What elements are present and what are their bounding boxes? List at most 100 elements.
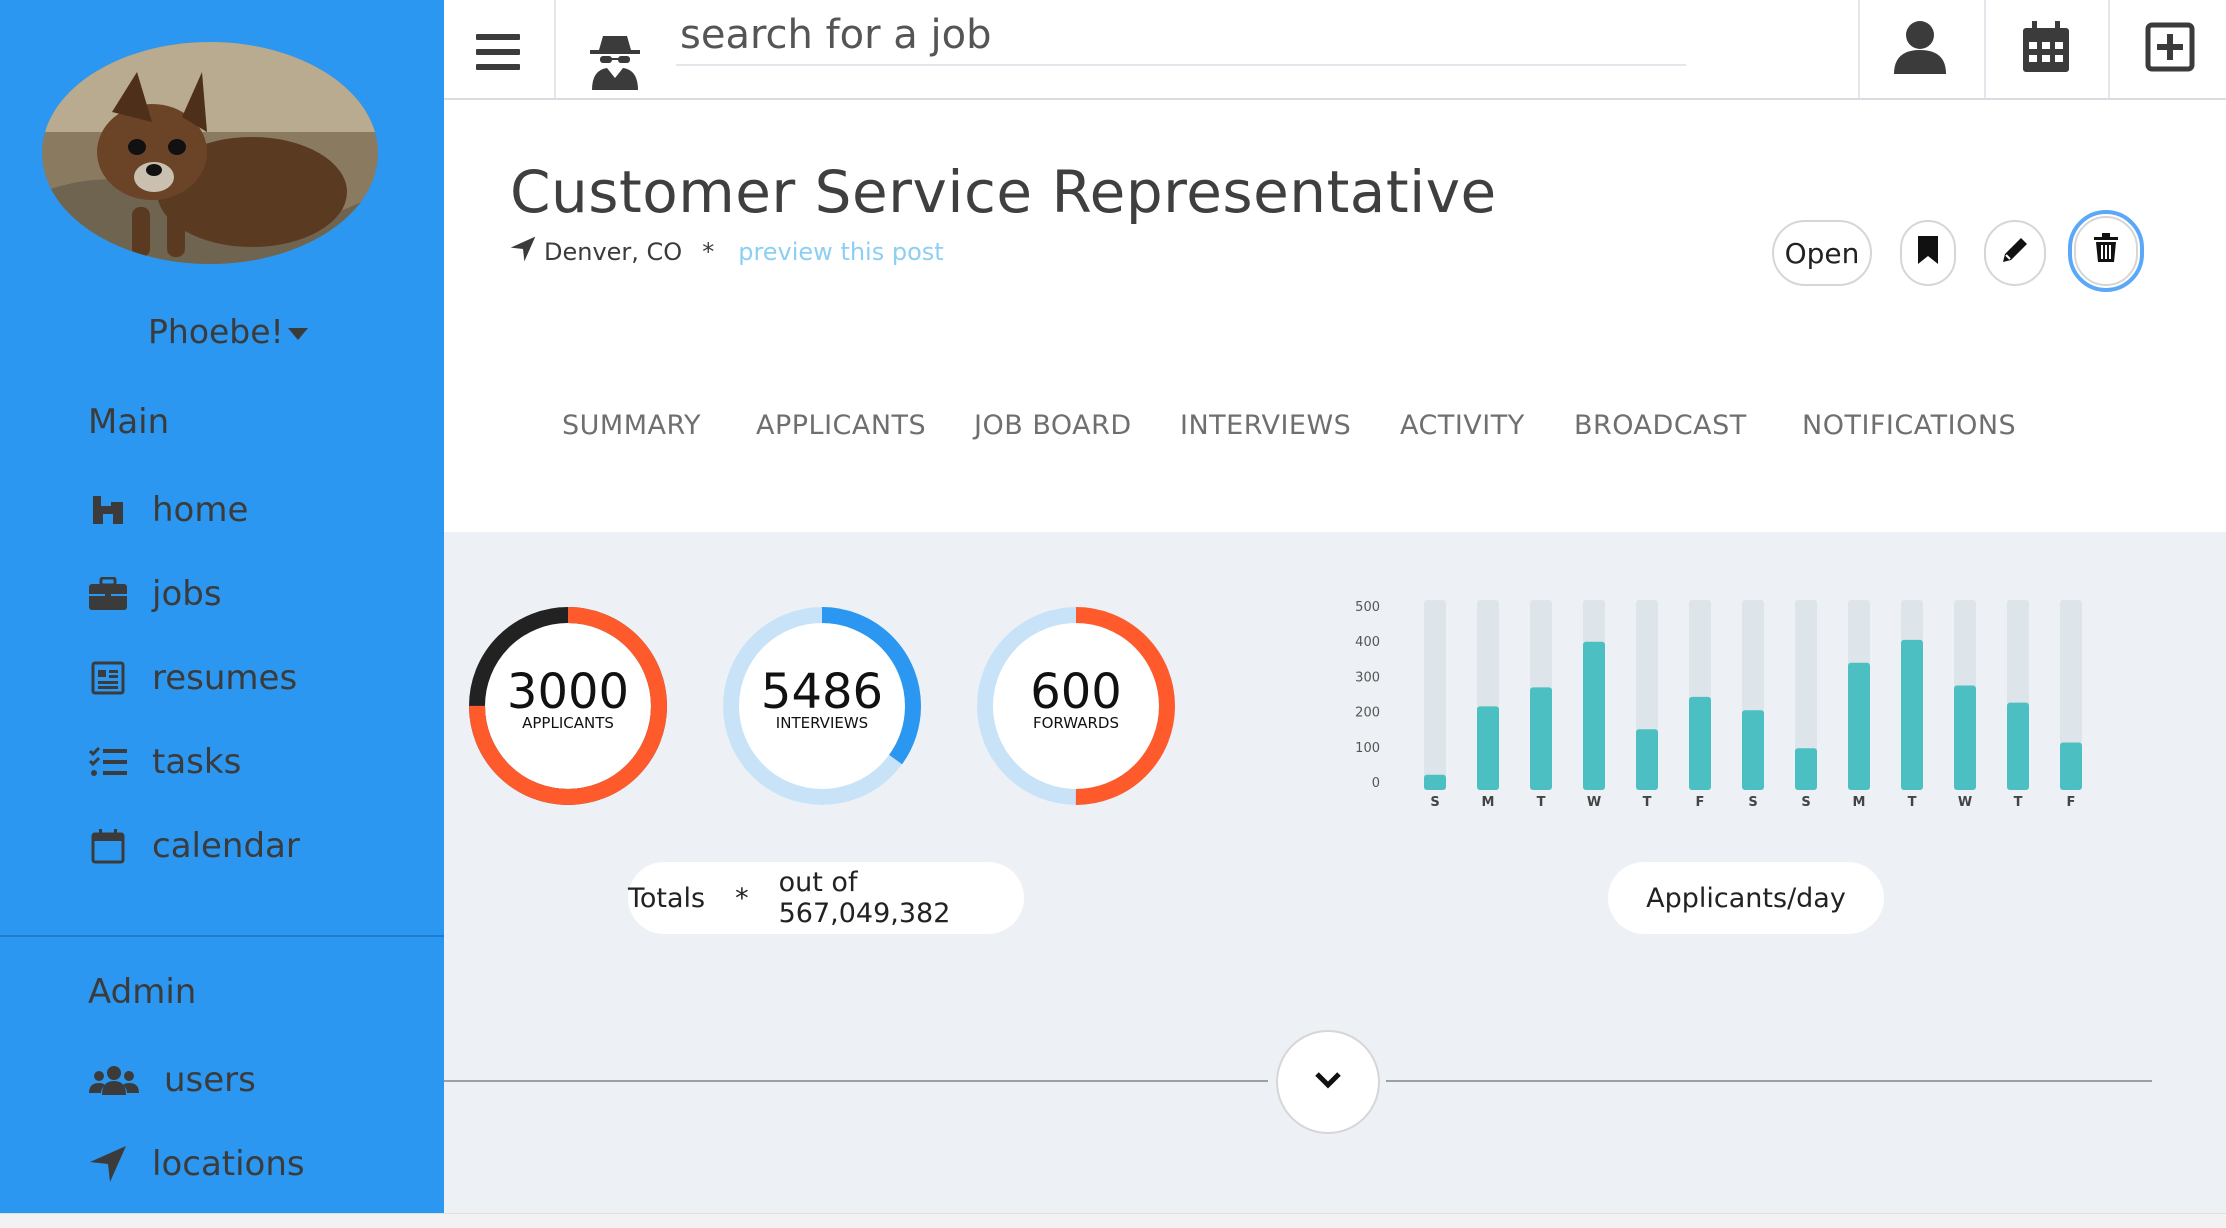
- bar: [1795, 748, 1817, 790]
- tab-notifications[interactable]: NOTIFICATIONS: [1802, 410, 2016, 441]
- pencil-icon: [2000, 235, 2030, 272]
- separator: *: [702, 238, 715, 266]
- tab-job-board[interactable]: JOB BOARD: [974, 410, 1132, 441]
- status-button[interactable]: Open: [1772, 220, 1872, 286]
- sidebar-item-users[interactable]: users: [88, 1050, 256, 1110]
- bar: [1689, 696, 1711, 790]
- users-icon: [88, 1060, 140, 1100]
- sidebar: Phoebe! Main home jobs resumes tasks cal…: [0, 0, 444, 1213]
- x-tick-label: T: [1908, 795, 1917, 810]
- bar: [1848, 662, 1870, 790]
- y-tick-label: 200: [1355, 706, 1380, 721]
- sidebar-item-home[interactable]: home: [88, 480, 248, 540]
- donut-applicants: 3000 APPLICANTS: [466, 604, 670, 808]
- bar: [2007, 702, 2029, 790]
- x-tick-label: M: [1482, 795, 1495, 810]
- sidebar-item-label: tasks: [152, 742, 242, 782]
- y-tick-label: 500: [1355, 600, 1380, 615]
- location-arrow-icon: [88, 1144, 128, 1184]
- donut-value: 5486: [760, 664, 884, 720]
- sidebar-item-jobs[interactable]: jobs: [88, 564, 222, 624]
- sidebar-item-label: resumes: [152, 658, 298, 698]
- y-tick-label: 0: [1372, 776, 1380, 791]
- bar-chart-svg: 5004003002001000SMTWTFSSMTWTFS: [1355, 600, 2082, 810]
- add-job-button[interactable]: [2110, 0, 2226, 98]
- bar: [1424, 774, 1446, 790]
- y-tick-label: 400: [1355, 635, 1380, 650]
- y-tick-label: 300: [1355, 670, 1380, 685]
- x-tick-label: T: [2014, 795, 2023, 810]
- tab-activity[interactable]: ACTIVITY: [1400, 410, 1525, 441]
- menu-icon[interactable]: [476, 34, 520, 70]
- user-menu[interactable]: Phoebe!: [148, 312, 308, 351]
- tab-broadcast[interactable]: BROADCAST: [1574, 410, 1747, 441]
- tab-applicants[interactable]: APPLICANTS: [756, 410, 926, 441]
- bookmark-button[interactable]: [1900, 220, 1956, 286]
- sidebar-item-calendar[interactable]: calendar: [88, 816, 300, 876]
- calendar-grid-icon: [2021, 20, 2071, 78]
- divider-line: [444, 1080, 1268, 1082]
- job-meta: Denver, CO * preview this post: [510, 236, 944, 268]
- sidebar-item-resumes[interactable]: resumes: [88, 648, 297, 708]
- x-tick-label: T: [1643, 795, 1652, 810]
- bar: [1477, 706, 1499, 790]
- expand-button[interactable]: [1276, 1030, 1380, 1134]
- page-title: Customer Service Representative: [510, 158, 1497, 226]
- preview-post-link[interactable]: preview this post: [738, 238, 944, 266]
- totals-caption: Totals * out of 567,049,382: [628, 862, 1024, 934]
- chart-caption: Applicants/day: [1608, 862, 1884, 934]
- y-tick-label: 100: [1355, 741, 1380, 756]
- sidebar-item-locations[interactable]: locations: [88, 1134, 305, 1194]
- x-tick-label: S: [1430, 795, 1439, 810]
- avatar[interactable]: [42, 42, 378, 264]
- resume-icon: [88, 658, 128, 698]
- caret-down-icon: [287, 327, 308, 340]
- bar: [1954, 685, 1976, 790]
- edit-button[interactable]: [1984, 220, 2046, 286]
- user-icon: [1892, 20, 1948, 78]
- bookmark-icon: [1917, 235, 1939, 272]
- x-tick-label: W: [1587, 795, 1601, 810]
- donut-label: APPLICANTS: [522, 714, 614, 732]
- separator: *: [735, 882, 749, 914]
- calendar-icon: [88, 826, 128, 866]
- x-tick-label: S: [1801, 795, 1810, 810]
- tasks-icon: [88, 742, 128, 782]
- trash-icon: [2093, 232, 2119, 270]
- divider-line: [1386, 1080, 2152, 1082]
- donut-forwards: 600 FORWARDS: [974, 604, 1178, 808]
- x-tick-label: M: [1853, 795, 1866, 810]
- donut-value: 600: [1030, 664, 1122, 720]
- x-tick-label: F: [1696, 795, 1705, 810]
- sidebar-item-label: jobs: [152, 574, 222, 614]
- chevron-down-icon: [1314, 1071, 1342, 1093]
- delete-button[interactable]: [2068, 210, 2144, 292]
- calendar-button[interactable]: [1986, 0, 2106, 98]
- bar: [1636, 729, 1658, 790]
- bar: [1583, 641, 1605, 790]
- avatar-dog-photo: [42, 42, 378, 264]
- job-location: Denver, CO: [544, 238, 683, 266]
- plus-square-icon: [2145, 22, 2195, 76]
- bar: [1530, 687, 1552, 790]
- user-profile-button[interactable]: [1860, 0, 1980, 98]
- section-title-admin: Admin: [88, 972, 197, 1012]
- status-bar: [0, 1213, 2226, 1228]
- spy-icon: [590, 32, 640, 94]
- sidebar-item-label: locations: [152, 1144, 305, 1184]
- stats-panel: 3000 APPLICANTS 5486 INTERVIEWS 600 FORW…: [444, 532, 2226, 1213]
- top-bar: [444, 0, 2226, 100]
- applicants-per-day-chart: 5004003002001000SMTWTFSSMTWTFS: [1324, 592, 2084, 812]
- bar: [2060, 742, 2082, 790]
- tab-summary[interactable]: SUMMARY: [562, 410, 701, 441]
- totals-out-of: out of 567,049,382: [778, 867, 951, 929]
- bar: [1901, 639, 1923, 790]
- donut-interviews: 5486 INTERVIEWS: [720, 604, 924, 808]
- x-tick-label: F: [2067, 795, 2076, 810]
- sidebar-item-tasks[interactable]: tasks: [88, 732, 241, 792]
- search-input[interactable]: [676, 6, 1686, 66]
- sidebar-item-label: calendar: [152, 826, 300, 866]
- briefcase-icon: [88, 574, 128, 614]
- tab-interviews[interactable]: INTERVIEWS: [1180, 410, 1351, 441]
- sidebar-item-label: users: [164, 1060, 256, 1100]
